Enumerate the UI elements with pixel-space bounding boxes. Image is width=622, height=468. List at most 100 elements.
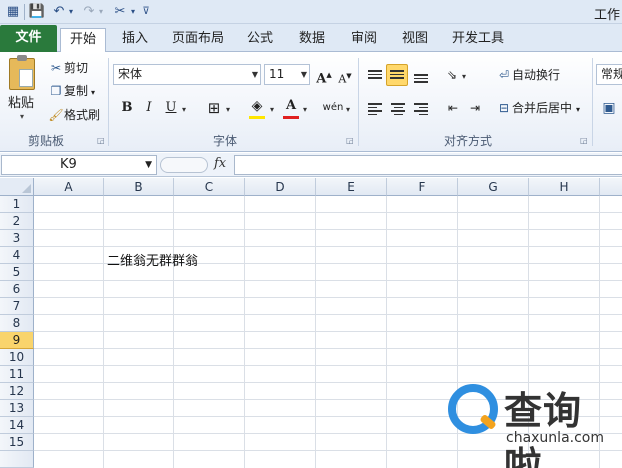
row-header-15[interactable]: 15 (0, 434, 34, 451)
row-header-5[interactable]: 5 (0, 264, 34, 281)
row-header-6[interactable]: 6 (0, 281, 34, 298)
name-box[interactable]: K9 ▼ (1, 155, 157, 175)
alignment-launcher-icon[interactable]: ◲ (580, 136, 588, 145)
save-icon[interactable]: 💾 (28, 3, 46, 21)
align-middle-icon[interactable] (386, 64, 408, 86)
row-header-11[interactable]: 11 (0, 366, 34, 383)
row-header-16-partial[interactable] (0, 451, 34, 468)
font-launcher-icon[interactable]: ◲ (346, 136, 354, 145)
gridline (173, 196, 174, 468)
phonetic-dropdown-icon[interactable]: ▾ (346, 105, 350, 114)
underline-button[interactable]: U (160, 97, 182, 119)
align-right-icon[interactable] (414, 103, 428, 117)
undo-dropdown-icon[interactable]: ▾ (66, 3, 76, 21)
row-header-4[interactable]: 4 (0, 247, 34, 264)
merge-center-button[interactable]: ⊟ 合并后居中 ▾ (496, 98, 580, 118)
column-header-c[interactable]: C (174, 178, 245, 196)
tools-dropdown-icon[interactable]: ▾ (128, 3, 138, 21)
copy-button[interactable]: ❐ 复制 ▾ (48, 81, 95, 101)
search-magnifier-icon (448, 384, 498, 434)
font-name-combo[interactable]: 宋体 ▼ (113, 64, 261, 85)
column-header-e[interactable]: E (316, 178, 387, 196)
column-header-g[interactable]: G (458, 178, 529, 196)
align-center-icon[interactable] (391, 103, 405, 117)
column-header-b[interactable]: B (104, 178, 174, 196)
currency-format-icon[interactable]: ▣ (598, 97, 620, 119)
fill-color-icon[interactable]: ◈ (246, 95, 268, 117)
select-all-corner[interactable] (0, 178, 34, 196)
row-header-1[interactable]: 1 (0, 196, 34, 213)
gridline (34, 331, 622, 332)
row-header-3[interactable]: 3 (0, 230, 34, 247)
clipboard-launcher-icon[interactable]: ◲ (97, 136, 105, 145)
tab-data[interactable]: 数据 (290, 28, 334, 52)
paste-dropdown-icon[interactable]: ▾ (20, 112, 24, 121)
chevron-down-icon: ▼ (145, 160, 152, 170)
tab-file[interactable]: 文件 (0, 25, 57, 52)
tab-view[interactable]: 视图 (393, 28, 437, 52)
orientation-icon[interactable]: ⇘ (441, 64, 463, 86)
group-separator (108, 58, 109, 146)
insert-function-button[interactable]: fx (214, 156, 226, 171)
row-header-12[interactable]: 12 (0, 383, 34, 400)
increase-font-icon[interactable]: A▲ (313, 64, 335, 86)
align-left-icon[interactable] (368, 103, 382, 117)
align-bottom-icon[interactable] (414, 74, 428, 85)
tab-review[interactable]: 审阅 (342, 28, 386, 52)
cut-button[interactable]: ✂ 剪切 (48, 58, 88, 78)
wrap-text-button[interactable]: ⏎ 自动换行 (496, 65, 560, 85)
phonetic-button[interactable]: wén (320, 97, 346, 119)
number-format-combo[interactable]: 常规 (596, 64, 622, 85)
cell-b4[interactable]: 二维翁无群群翁 (107, 250, 198, 269)
increase-indent-icon[interactable]: ⇥ (464, 97, 486, 119)
fill-color-dropdown-icon[interactable]: ▾ (270, 105, 274, 114)
row-header-8[interactable]: 8 (0, 315, 34, 332)
font-size-combo[interactable]: 11 ▼ (264, 64, 310, 85)
chevron-down-icon: ▼ (251, 70, 258, 79)
row-header-7[interactable]: 7 (0, 298, 34, 315)
row-header-2[interactable]: 2 (0, 213, 34, 230)
column-header-a[interactable]: A (34, 178, 104, 196)
tab-formulas[interactable]: 公式 (238, 28, 282, 52)
formula-bar-handle[interactable] (160, 157, 208, 173)
underline-dropdown-icon[interactable]: ▾ (182, 105, 186, 114)
borders-dropdown-icon[interactable]: ▾ (226, 105, 230, 114)
decrease-indent-icon[interactable]: ⇤ (442, 97, 464, 119)
scissors-icon: ✂ (50, 61, 62, 75)
row-header-9[interactable]: 9 (0, 332, 34, 349)
redo-dropdown-icon[interactable]: ▾ (96, 3, 106, 21)
customize-toolbar-icon[interactable]: ⊽ (140, 3, 152, 21)
tab-home[interactable]: 开始 (60, 28, 106, 53)
row-header-10[interactable]: 10 (0, 349, 34, 366)
borders-icon[interactable]: ⊞ (203, 97, 225, 119)
align-top-icon[interactable] (368, 70, 382, 81)
window-title: 工作 (593, 8, 620, 23)
watermark-brand: 查询啦 (504, 389, 583, 468)
tab-developer[interactable]: 开发工具 (446, 28, 510, 52)
excel-logo-icon: ▦ (6, 4, 20, 19)
orientation-dropdown-icon[interactable]: ▾ (462, 72, 466, 81)
wrap-text-label: 自动换行 (512, 68, 561, 82)
tools-icon[interactable]: ✂ (110, 3, 130, 21)
row-header-13[interactable]: 13 (0, 400, 34, 417)
gridline (34, 297, 622, 298)
italic-button[interactable]: I (138, 97, 160, 119)
font-color-button[interactable]: A (280, 95, 302, 117)
column-header-partial[interactable] (600, 178, 622, 196)
column-header-h[interactable]: H (529, 178, 600, 196)
tab-insert[interactable]: 插入 (113, 28, 157, 52)
watermark-url: chaxunla.com (506, 430, 604, 446)
format-painter-button[interactable]: 🖌格式刷 (48, 105, 100, 125)
row-header-14[interactable]: 14 (0, 417, 34, 434)
font-name-value: 宋体 (118, 67, 143, 81)
column-header-d[interactable]: D (245, 178, 316, 196)
merge-center-label: 合并后居中 (512, 101, 573, 115)
bold-button[interactable]: B (116, 97, 138, 119)
decrease-font-icon[interactable]: A▼ (334, 65, 356, 87)
formula-input[interactable] (234, 155, 622, 175)
paste-icon[interactable] (9, 55, 35, 90)
column-header-f[interactable]: F (387, 178, 458, 196)
tab-page-layout[interactable]: 页面布局 (166, 28, 230, 52)
paste-button[interactable]: 粘贴 (8, 92, 34, 111)
font-color-dropdown-icon[interactable]: ▾ (303, 105, 307, 114)
